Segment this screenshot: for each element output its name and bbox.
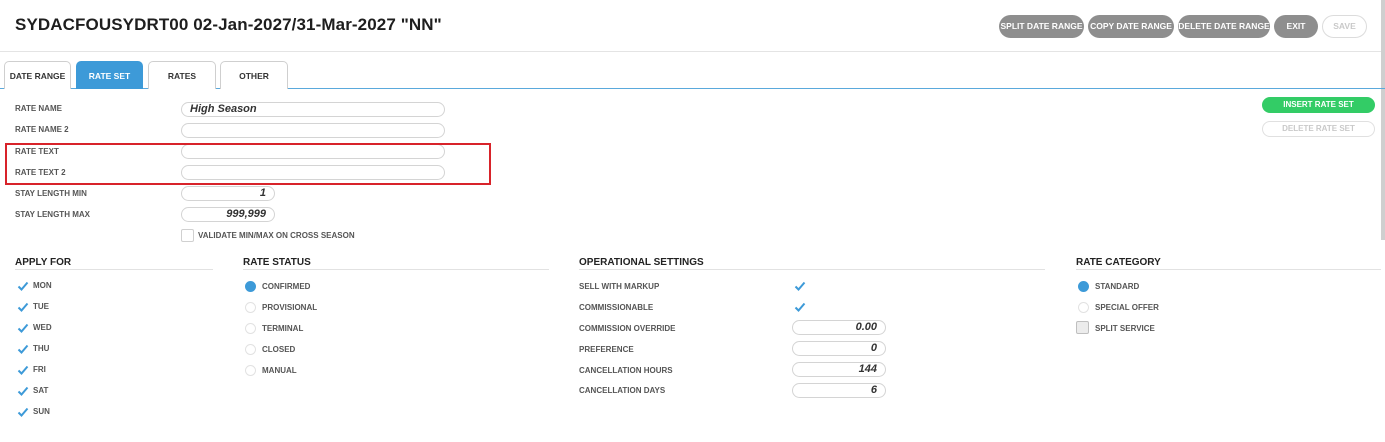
cancellation-days-field[interactable]: 6 [792,383,886,398]
rate-name-2-field[interactable] [181,123,445,138]
status-radio-confirmed[interactable] [245,281,256,292]
day-label-fri: FRI [33,365,46,374]
delete-rate-set-button[interactable]: DELETE RATE SET [1262,121,1375,137]
split-service-label: SPLIT SERVICE [1095,324,1155,333]
check-icon[interactable] [17,406,29,418]
day-label-thu: THU [33,344,50,353]
divider [1076,269,1381,270]
cancellation-hours-field[interactable]: 144 [792,362,886,377]
delete-date-range-button[interactable]: DELETE DATE RANGE [1178,15,1270,38]
status-radio-closed[interactable] [245,344,256,355]
rate-category-title: RATE CATEGORY [1076,257,1161,268]
cancellation-hours-label: CANCELLATION HOURS [579,366,673,375]
rate-status-title: RATE STATUS [243,257,311,268]
preference-label: PREFERENCE [579,345,634,354]
cancellation-days-label: CANCELLATION DAYS [579,386,666,395]
check-icon[interactable] [794,301,806,313]
divider [15,269,213,270]
status-radio-provisional[interactable] [245,302,256,313]
sell-with-markup-label: SELL WITH MARKUP [579,282,660,291]
stay-length-min-label: STAY LENGTH MIN [15,189,87,198]
rate-name-field[interactable]: High Season [181,102,445,117]
page-header: SYDACFOUSYDRT00 02-Jan-2027/31-Mar-2027 … [0,0,1385,52]
commission-override-label: COMMISSION OVERRIDE [579,324,676,333]
check-icon[interactable] [17,343,29,355]
day-label-sun: SUN [33,407,50,416]
check-icon[interactable] [17,364,29,376]
status-label-manual: MANUAL [262,366,297,375]
commission-override-field[interactable]: 0.00 [792,320,886,335]
category-radio-special-offer[interactable] [1078,302,1089,313]
status-label-provisional: PROVISIONAL [262,303,318,312]
stay-length-min-field[interactable]: 1 [181,186,275,201]
preference-field[interactable]: 0 [792,341,886,356]
rate-name-2-label: RATE NAME 2 [15,125,69,134]
validate-min-max-checkbox[interactable] [181,229,194,242]
status-label-terminal: TERMINAL [262,324,304,333]
tab-date-range[interactable]: DATE RANGE [4,61,71,89]
category-label-standard: STANDARD [1095,282,1140,291]
check-icon[interactable] [17,280,29,292]
divider [243,269,549,270]
status-radio-manual[interactable] [245,365,256,376]
tab-rate-set[interactable]: RATE SET [76,61,143,89]
status-label-closed: CLOSED [262,345,296,354]
page-title: SYDACFOUSYDRT00 02-Jan-2027/31-Mar-2027 … [15,15,442,34]
stay-length-max-field[interactable]: 999,999 [181,207,275,222]
tab-bar: DATE RANGE RATE SET RATES OTHER [0,61,1385,89]
check-icon[interactable] [17,301,29,313]
apply-for-title: APPLY FOR [15,257,72,268]
validate-min-max-label: VALIDATE MIN/MAX ON CROSS SEASON [198,231,355,240]
check-icon[interactable] [17,322,29,334]
check-icon[interactable] [794,280,806,292]
copy-date-range-button[interactable]: COPY DATE RANGE [1088,15,1174,38]
day-label-sat: SAT [33,386,49,395]
exit-button[interactable]: EXIT [1274,15,1318,38]
status-radio-terminal[interactable] [245,323,256,334]
tab-rates[interactable]: RATES [148,61,216,89]
category-label-special-offer: SPECIAL OFFER [1095,303,1159,312]
tab-other[interactable]: OTHER [220,61,288,89]
save-button[interactable]: SAVE [1322,15,1367,38]
operational-settings-title: OPERATIONAL SETTINGS [579,257,704,268]
split-date-range-button[interactable]: SPLIT DATE RANGE [999,15,1084,38]
split-service-checkbox[interactable] [1076,321,1089,334]
rate-name-label: RATE NAME [15,104,62,113]
category-radio-standard[interactable] [1078,281,1089,292]
day-label-wed: WED [33,323,52,332]
check-icon[interactable] [17,385,29,397]
divider [579,269,1045,270]
day-label-tue: TUE [33,302,49,311]
insert-rate-set-button[interactable]: INSERT RATE SET [1262,97,1375,113]
scrollbar[interactable] [1381,0,1385,240]
day-label-mon: MON [33,281,52,290]
stay-length-max-label: STAY LENGTH MAX [15,210,90,219]
commissionable-label: COMMISSIONABLE [579,303,654,312]
status-label-confirmed: CONFIRMED [262,282,311,291]
highlight-box [5,143,491,185]
